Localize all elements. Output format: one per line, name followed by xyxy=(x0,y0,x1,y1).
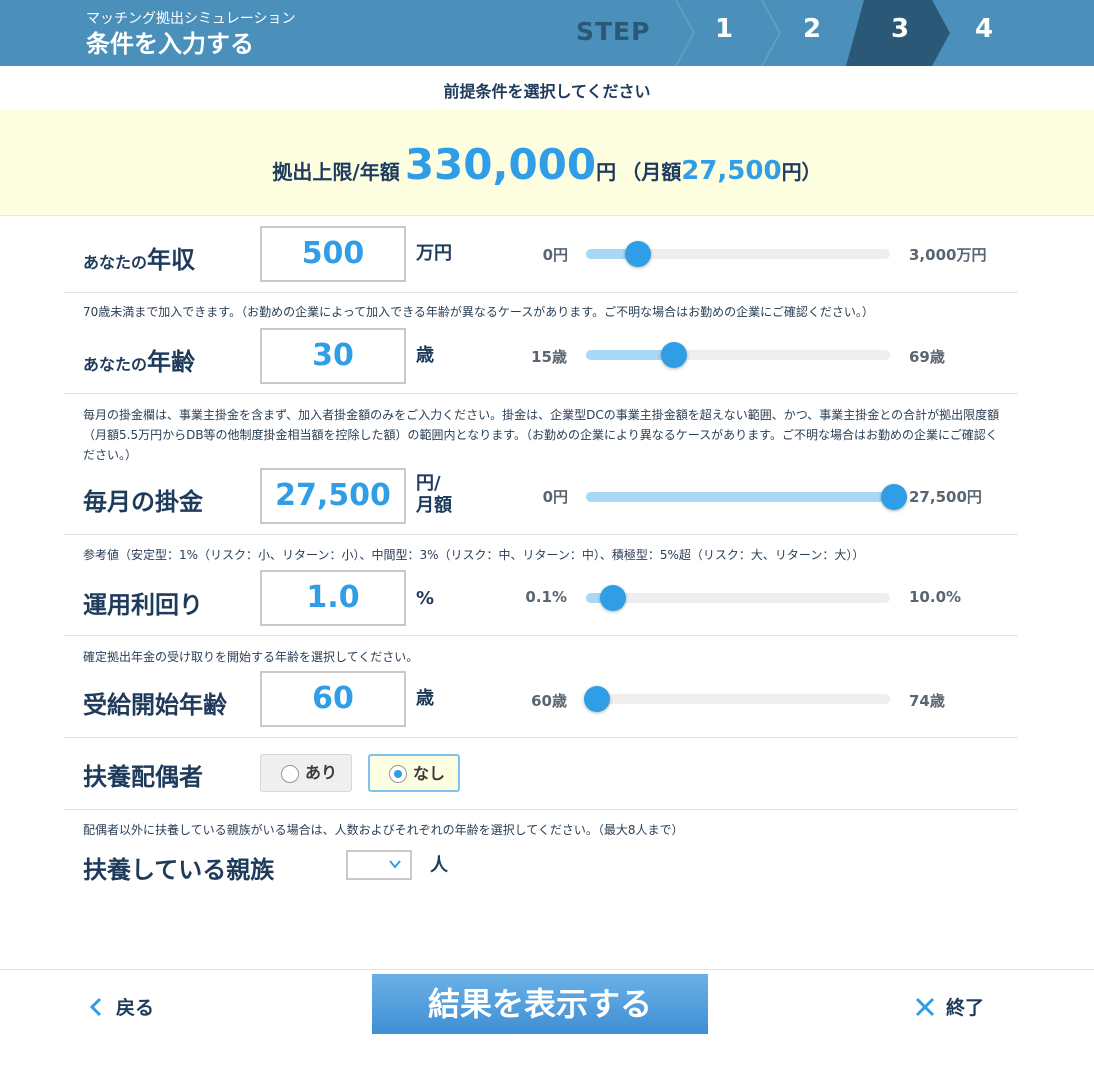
dependents-note: 配偶者以外に扶養している親族がいる場合は、人数およびそれぞれの年齢を選択してくだ… xyxy=(83,823,684,837)
start-age-unit: 歳 xyxy=(416,688,434,709)
age-slider-thumb[interactable] xyxy=(661,342,687,368)
limit-yen: 円 xyxy=(596,160,617,184)
age-slider[interactable] xyxy=(586,342,890,368)
contribution-slider[interactable] xyxy=(586,484,907,510)
row-divider xyxy=(64,737,1018,738)
contribution-unit: 円/月額 xyxy=(416,473,452,516)
contribution-max: 27,500円 xyxy=(909,488,982,506)
yield-max: 10.0% xyxy=(909,588,962,606)
close-icon xyxy=(915,997,935,1017)
income-slider-thumb[interactable] xyxy=(625,241,651,267)
step-indicator: STEP 1 2 3 4 xyxy=(0,0,1094,66)
income-label: あなたの年収 xyxy=(83,246,196,274)
start-age-input[interactable]: 60 xyxy=(260,671,406,727)
dependents-count-select[interactable] xyxy=(346,850,412,880)
age-max: 69歳 xyxy=(909,348,945,366)
start-age-slider-thumb[interactable] xyxy=(584,686,610,712)
limit-monthly-amount: 27,500 xyxy=(681,156,782,186)
chevron-down-icon xyxy=(389,860,401,869)
show-result-button[interactable]: 結果を表示する xyxy=(372,974,708,1034)
age-note: 70歳未満まで加入できます。（お勤めの企業によって加入できる年齢が異なるケースが… xyxy=(83,305,874,319)
start-age-note: 確定拠出年金の受け取りを開始する年齢を選択してください。 xyxy=(83,650,419,664)
contribution-note: 毎月の掛金欄は、事業主掛金を含まず、加入者掛金額のみをご入力ください。掛金は、企… xyxy=(83,408,1000,462)
contribution-slider-thumb[interactable] xyxy=(881,484,907,510)
income-min: 0円 xyxy=(542,246,568,264)
limit-label: 拠出上限/年額 xyxy=(272,160,400,184)
yield-slider[interactable] xyxy=(586,585,890,611)
yield-min: 0.1% xyxy=(525,588,567,606)
radio-checked-icon xyxy=(389,765,407,783)
footer-divider xyxy=(0,969,1094,970)
income-slider[interactable] xyxy=(586,241,890,267)
row-divider xyxy=(64,534,1018,535)
row-divider xyxy=(64,292,1018,293)
dependents-unit: 人 xyxy=(430,855,448,876)
header-bar: マッチング拠出シミュレーション 条件を入力する STEP 1 2 3 4 xyxy=(0,0,1094,66)
step-4: 4 xyxy=(974,14,994,44)
yield-slider-thumb[interactable] xyxy=(600,585,626,611)
income-max: 3,000万円 xyxy=(909,246,987,264)
start-age-slider[interactable] xyxy=(584,686,890,712)
contribution-label: 毎月の掛金 xyxy=(83,488,203,516)
yield-label: 運用利回り xyxy=(83,591,203,619)
step-2: 2 xyxy=(754,0,854,66)
dependents-label: 扶養している親族 xyxy=(83,856,275,884)
instruction-text: 前提条件を選択してください xyxy=(443,82,651,101)
step-1: 1 xyxy=(668,0,768,66)
instruction-bar: 前提条件を選択してください xyxy=(0,66,1094,110)
contribution-limit-banner: 拠出上限/年額 330,000円 （月額27,500円） xyxy=(0,110,1094,216)
yield-note: 参考値（安定型：1%（リスク：小、リターン：小）、中間型：3%（リスク：中、リタ… xyxy=(83,548,865,562)
contribution-min: 0円 xyxy=(542,488,568,506)
spouse-option-yes[interactable]: あり xyxy=(260,754,352,792)
radio-unchecked-icon xyxy=(281,765,299,783)
age-unit: 歳 xyxy=(416,345,434,366)
age-label: あなたの年齢 xyxy=(83,348,196,376)
limit-monthly-close: 円） xyxy=(781,160,822,184)
age-min: 15歳 xyxy=(531,348,567,366)
row-divider xyxy=(64,809,1018,810)
income-unit: 万円 xyxy=(416,243,452,264)
limit-monthly-open: （月額 xyxy=(621,160,682,184)
income-input[interactable]: 500 xyxy=(260,226,406,282)
chevron-left-icon xyxy=(89,997,102,1017)
spouse-label: 扶養配偶者 xyxy=(83,763,203,791)
yield-input[interactable]: 1.0 xyxy=(260,570,406,626)
start-age-max: 74歳 xyxy=(909,692,945,710)
step-label: STEP xyxy=(576,17,651,46)
start-age-label: 受給開始年齢 xyxy=(83,691,227,719)
age-input[interactable]: 30 xyxy=(260,328,406,384)
row-divider xyxy=(64,635,1018,636)
spouse-option-no[interactable]: なし xyxy=(368,754,460,792)
limit-annual-amount: 330,000 xyxy=(404,140,597,189)
contribution-input[interactable]: 27,500 xyxy=(260,468,406,524)
yield-unit: % xyxy=(416,588,435,609)
start-age-min: 60歳 xyxy=(531,692,567,710)
row-divider xyxy=(64,393,1018,394)
